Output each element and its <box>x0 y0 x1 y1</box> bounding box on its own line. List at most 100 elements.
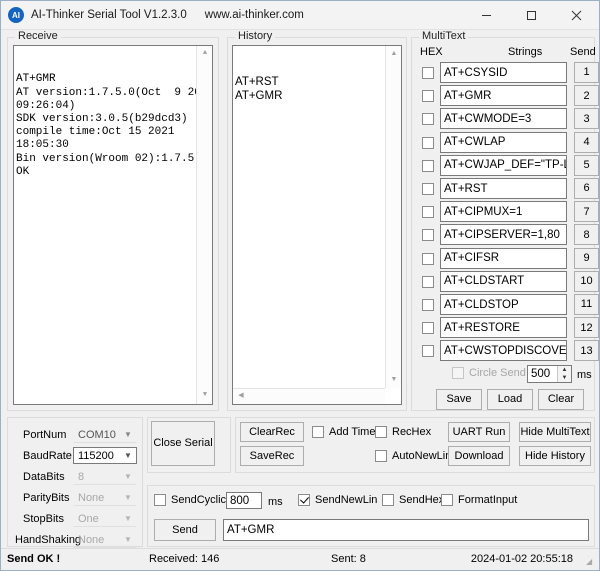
databits-value: 8 <box>78 471 120 483</box>
multitext-send-button[interactable]: 13 <box>574 340 599 361</box>
clearrec-button[interactable]: ClearRec <box>240 422 304 442</box>
sendnewline-checkbox[interactable]: SendNewLin <box>298 494 377 506</box>
uart-run-button[interactable]: UART Run <box>448 422 510 442</box>
multitext-command-input[interactable]: AT+CIFSR <box>440 248 567 269</box>
scroll-down-icon[interactable]: ▼ <box>386 372 402 388</box>
multitext-command-input[interactable]: AT+CLDSTOP <box>440 294 567 315</box>
multitext-row: AT+CIPSERVER=1,808 <box>412 224 594 246</box>
scroll-up-icon[interactable]: ▲ <box>197 46 213 62</box>
load-button[interactable]: Load <box>487 389 533 410</box>
multitext-send-button[interactable]: 11 <box>574 294 599 315</box>
close-serial-button[interactable]: Close Serial <box>151 421 215 466</box>
sendcyclic-checkbox[interactable]: SendCyclic <box>154 494 226 506</box>
multitext-hex-checkbox[interactable] <box>422 137 434 149</box>
databits-select[interactable]: 8 ▼ <box>73 468 137 485</box>
multitext-send-button[interactable]: 12 <box>574 317 599 338</box>
autonewline-checkbox[interactable]: AutoNewLine <box>375 450 457 462</box>
paritybits-select[interactable]: None ▼ <box>73 489 137 506</box>
formatinput-checkbox[interactable]: FormatInput <box>441 494 517 506</box>
multitext-hex-checkbox[interactable] <box>422 183 434 195</box>
download-button[interactable]: Download <box>448 446 510 466</box>
multitext-hex-checkbox[interactable] <box>422 229 434 241</box>
history-vertical-scrollbar[interactable]: ▲ ▼ <box>385 46 401 388</box>
multitext-command-input[interactable]: AT+CWJAP_DEF="TP-Link <box>440 155 567 176</box>
multitext-hex-checkbox[interactable] <box>422 322 434 334</box>
history-textarea[interactable]: AT+RST AT+GMR ▲ ▼ ◀ <box>232 45 402 405</box>
multitext-command-input[interactable]: AT+CSYSID <box>440 62 567 83</box>
multitext-command-input[interactable]: AT+CLDSTART <box>440 271 567 292</box>
spinner-down-icon[interactable]: ▼ <box>558 374 571 382</box>
multitext-command-input[interactable]: AT+CWMODE=3 <box>440 108 567 129</box>
multitext-legend: MultiText <box>419 30 468 42</box>
multitext-command-input[interactable]: AT+RST <box>440 178 567 199</box>
circle-send-checkbox[interactable]: Circle Send <box>452 367 526 379</box>
clear-button[interactable]: Clear <box>538 389 584 410</box>
handshaking-value: None <box>78 534 120 546</box>
multitext-send-button[interactable]: 8 <box>574 224 599 245</box>
maximize-icon[interactable] <box>509 1 554 30</box>
multitext-hex-checkbox[interactable] <box>422 345 434 357</box>
saverec-button[interactable]: SaveRec <box>240 446 304 466</box>
multitext-command-input[interactable]: AT+RESTORE <box>440 317 567 338</box>
checkbox-box <box>154 494 166 506</box>
cyclic-interval-input[interactable]: 800 <box>226 492 262 509</box>
multitext-send-button[interactable]: 5 <box>574 155 599 176</box>
multitext-send-button[interactable]: 4 <box>574 132 599 153</box>
history-horizontal-scrollbar[interactable]: ◀ <box>233 388 385 404</box>
send-text-input[interactable]: AT+GMR <box>223 519 589 541</box>
close-icon[interactable] <box>554 1 599 30</box>
title-bar: AI AI-Thinker Serial Tool V1.2.3.0 www.a… <box>1 1 599 30</box>
multitext-hex-checkbox[interactable] <box>422 160 434 172</box>
receive-vertical-scrollbar[interactable]: ▲ ▼ <box>196 46 212 404</box>
multitext-send-button[interactable]: 1 <box>574 62 599 83</box>
multitext-hex-checkbox[interactable] <box>422 299 434 311</box>
sendcyclic-label: SendCyclic <box>171 494 226 506</box>
checkbox-box <box>375 426 387 438</box>
circle-send-interval-spinner[interactable]: 500 ▲ ▼ <box>527 365 572 383</box>
multitext-row: AT+CIFSR9 <box>412 248 594 270</box>
save-button[interactable]: Save <box>436 389 482 410</box>
multitext-hex-checkbox[interactable] <box>422 90 434 102</box>
spinner-up-icon[interactable]: ▲ <box>558 366 571 374</box>
stopbits-value: One <box>78 513 120 525</box>
multitext-row: AT+GMR2 <box>412 85 594 107</box>
window-title: AI-Thinker Serial Tool V1.2.3.0 <box>31 9 187 21</box>
multitext-send-button[interactable]: 2 <box>574 85 599 106</box>
stopbits-label: StopBits <box>23 513 64 525</box>
multitext-command-input[interactable]: AT+CIPSERVER=1,80 <box>440 224 567 245</box>
add-time-checkbox[interactable]: Add Time <box>312 426 375 438</box>
handshaking-select[interactable]: None ▼ <box>73 531 137 548</box>
minimize-icon[interactable] <box>464 1 509 30</box>
multitext-hex-checkbox[interactable] <box>422 113 434 125</box>
multitext-send-button[interactable]: 6 <box>574 178 599 199</box>
sendhex-checkbox[interactable]: SendHex <box>382 494 444 506</box>
multitext-hex-checkbox[interactable] <box>422 253 434 265</box>
scroll-up-icon[interactable]: ▲ <box>386 46 402 62</box>
cyclic-unit-label: ms <box>268 496 283 508</box>
portnum-select[interactable]: COM10 ▼ <box>73 426 137 443</box>
multitext-send-button[interactable]: 10 <box>574 271 599 292</box>
hide-history-button[interactable]: Hide History <box>519 446 591 466</box>
multitext-command-input[interactable]: AT+GMR <box>440 85 567 106</box>
multitext-command-input[interactable]: AT+CIPMUX=1 <box>440 201 567 222</box>
multitext-send-button[interactable]: 7 <box>574 201 599 222</box>
scroll-left-icon[interactable]: ◀ <box>233 388 249 404</box>
send-button[interactable]: Send <box>154 519 216 541</box>
spinner-buttons[interactable]: ▲ ▼ <box>557 366 571 382</box>
multitext-hex-checkbox[interactable] <box>422 206 434 218</box>
resize-grip-icon[interactable]: ◢ <box>586 557 596 567</box>
stopbits-select[interactable]: One ▼ <box>73 510 137 527</box>
multitext-hex-checkbox[interactable] <box>422 67 434 79</box>
multitext-command-input[interactable]: AT+CWSTOPDISCOVER <box>440 340 567 361</box>
multitext-command-input[interactable]: AT+CWLAP <box>440 132 567 153</box>
scroll-down-icon[interactable]: ▼ <box>197 388 213 404</box>
multitext-hex-checkbox[interactable] <box>422 276 434 288</box>
rechex-checkbox[interactable]: RecHex <box>375 426 431 438</box>
receive-textarea[interactable]: AT+GMR AT version:1.7.5.0(Oct 9 2021 09:… <box>13 45 213 405</box>
baudrate-value: 115200 <box>78 450 120 462</box>
baudrate-select[interactable]: 115200 ▼ <box>73 447 137 464</box>
chevron-down-icon: ▼ <box>120 514 136 523</box>
multitext-send-button[interactable]: 3 <box>574 108 599 129</box>
multitext-send-button[interactable]: 9 <box>574 248 599 269</box>
hide-multitext-button[interactable]: Hide MultiText <box>519 422 591 442</box>
